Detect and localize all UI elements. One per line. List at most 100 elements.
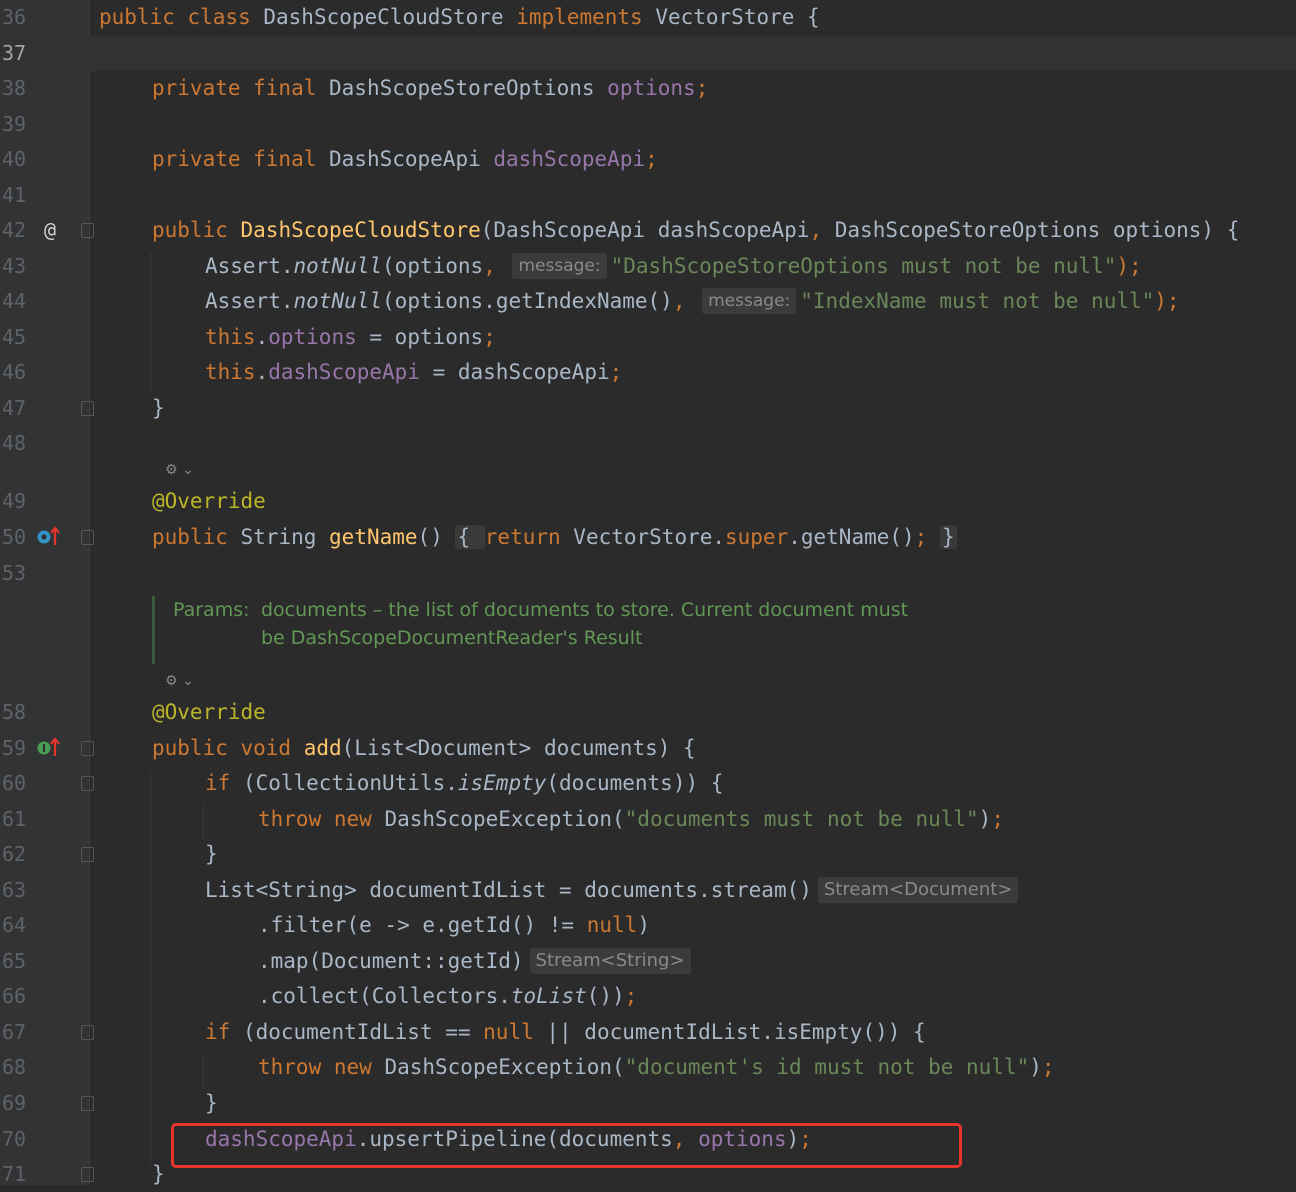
- condition: (documentIdList ==: [242, 1020, 484, 1044]
- line-number: 46: [2, 360, 27, 384]
- static-method: notNull: [293, 254, 383, 278]
- code-text: Assert.notNull(options, message: "DashSco…: [205, 249, 1142, 284]
- line-number: 66: [2, 984, 27, 1008]
- static-method: isEmpty: [457, 771, 547, 795]
- fold-toggle-icon[interactable]: [81, 741, 94, 756]
- dot: .: [255, 360, 269, 384]
- class-ref: DashScopeException(: [384, 807, 625, 831]
- close-paren: );: [1116, 254, 1142, 278]
- class-name: DashScopeCloudStore: [263, 5, 517, 29]
- code-line-40: 40 private final DashScopeApi dashScopeA…: [0, 142, 1296, 177]
- keyword: public void: [152, 736, 304, 760]
- line-number: 47: [2, 396, 27, 420]
- keyword: this: [205, 325, 256, 349]
- static-method: notNull: [293, 289, 383, 313]
- keyword: implements: [516, 5, 656, 29]
- fold-toggle-icon[interactable]: [81, 530, 94, 545]
- line-number: 45: [2, 325, 27, 349]
- line-number: 43: [2, 254, 27, 278]
- rendered-javadoc: Params: documents – the list of documents…: [152, 596, 972, 664]
- line-number: 58: [2, 700, 27, 724]
- code-line-47: 47 }: [0, 391, 1296, 426]
- dot: .: [255, 325, 269, 349]
- code-text: this.dashScopeApi = dashScopeApi;: [205, 355, 622, 390]
- code-text: }: [152, 396, 165, 420]
- line-number: 39: [2, 112, 27, 136]
- keyword: null: [483, 1020, 547, 1044]
- line-number: 48: [2, 431, 27, 455]
- code-line-37-current[interactable]: 37: [0, 36, 1296, 71]
- code-editor[interactable]: 36 public class DashScopeCloudStore impl…: [0, 0, 1296, 1186]
- ai-lens-icon[interactable]: ⚙ ⌄: [165, 673, 194, 689]
- close-paren: ): [1029, 1055, 1042, 1079]
- method-call: .getName(): [788, 525, 915, 549]
- javadoc-text: be DashScopeDocumentReader's Result: [261, 627, 643, 649]
- fold-end-icon[interactable]: [81, 847, 94, 862]
- semicolon: ;: [991, 807, 1004, 831]
- semicolon: ;: [609, 360, 623, 384]
- close-paren: );: [1154, 289, 1180, 313]
- keyword: return: [484, 525, 574, 549]
- close-paren: ()): [586, 984, 625, 1008]
- code-text: Assert.notNull(options.getIndexName(), m…: [205, 284, 1180, 319]
- code-line-43: 43 Assert.notNull(options, message: "Dash…: [0, 249, 1296, 284]
- param-list: (DashScopeApi dashScopeApi: [480, 218, 810, 242]
- line-number: 44: [2, 289, 27, 313]
- semicolon: ;: [645, 147, 658, 171]
- code-text: .collect(Collectors.toList());: [258, 979, 637, 1014]
- keyword: throw new: [258, 807, 385, 831]
- line-number: 70: [2, 1127, 27, 1151]
- line-number: 42: [2, 218, 27, 242]
- assignment: = dashScopeApi: [419, 360, 610, 384]
- constructor-name: DashScopeCloudStore: [240, 218, 481, 242]
- keyword: public: [152, 525, 241, 549]
- code-text: }: [205, 1091, 218, 1115]
- code-line-41: 41: [0, 178, 1296, 213]
- static-method: toList: [510, 984, 587, 1008]
- code-line-62: 62 }: [0, 837, 1296, 872]
- code-line-53: 53: [0, 556, 1296, 591]
- folded-brace[interactable]: }: [939, 525, 957, 549]
- code-line-44: 44 Assert.notNull(options.getIndexName()…: [0, 284, 1296, 319]
- code-line-36: 36 public class DashScopeCloudStore impl…: [0, 0, 1296, 35]
- line-number: 61: [2, 807, 27, 831]
- ai-lens-icon[interactable]: ⚙ ⌄: [165, 462, 194, 478]
- line-number: 53: [2, 561, 27, 585]
- method-name: getName: [329, 525, 418, 549]
- code-line-65: 65 .map(Document::getId) Stream<String>: [0, 944, 1296, 979]
- code-text: public String getName() { return VectorS…: [152, 520, 957, 555]
- parens: (): [417, 525, 456, 549]
- usages-at-icon[interactable]: @: [44, 213, 56, 248]
- args: (options: [382, 254, 484, 278]
- line-number: 69: [2, 1091, 27, 1115]
- code-line-64: 64 .filter(e -> e.getId() != null): [0, 908, 1296, 943]
- folded-brace[interactable]: {: [455, 525, 485, 549]
- fold-toggle-icon[interactable]: [81, 223, 94, 238]
- line-number: 37: [2, 41, 27, 65]
- fold-end-icon[interactable]: [81, 401, 94, 416]
- line-number: 60: [2, 771, 27, 795]
- code-line-48: 48: [0, 426, 1296, 461]
- annotation: @Override: [152, 700, 266, 724]
- code-text: public class DashScopeCloudStore impleme…: [99, 0, 820, 35]
- keyword: if: [205, 771, 243, 795]
- line-number: 63: [2, 878, 27, 902]
- field-name: dashScopeApi: [268, 360, 420, 384]
- semicolon: ;: [624, 984, 638, 1008]
- fold-end-icon[interactable]: [81, 1167, 94, 1182]
- line-number: 50: [2, 525, 27, 549]
- fold-toggle-icon[interactable]: [81, 776, 94, 791]
- keyword: private final: [152, 147, 330, 171]
- keyword: public class: [99, 5, 264, 29]
- annotation: @Override: [152, 489, 266, 513]
- code-line-63: 63 List<String> documentIdList = documen…: [0, 873, 1296, 908]
- fold-toggle-icon[interactable]: [81, 1025, 94, 1040]
- string-literal: "document's id must not be null": [624, 1055, 1030, 1079]
- semicolon: ;: [483, 325, 496, 349]
- close-paren: ): [637, 913, 650, 937]
- code-line-66: 66 .collect(Collectors.toList());: [0, 979, 1296, 1014]
- fold-end-icon[interactable]: [81, 1096, 94, 1111]
- code-text: List<String> documentIdList = documents.…: [205, 873, 1022, 908]
- code-text: private final DashScopeStoreOptions opti…: [152, 71, 708, 106]
- line-number: 40: [2, 147, 27, 171]
